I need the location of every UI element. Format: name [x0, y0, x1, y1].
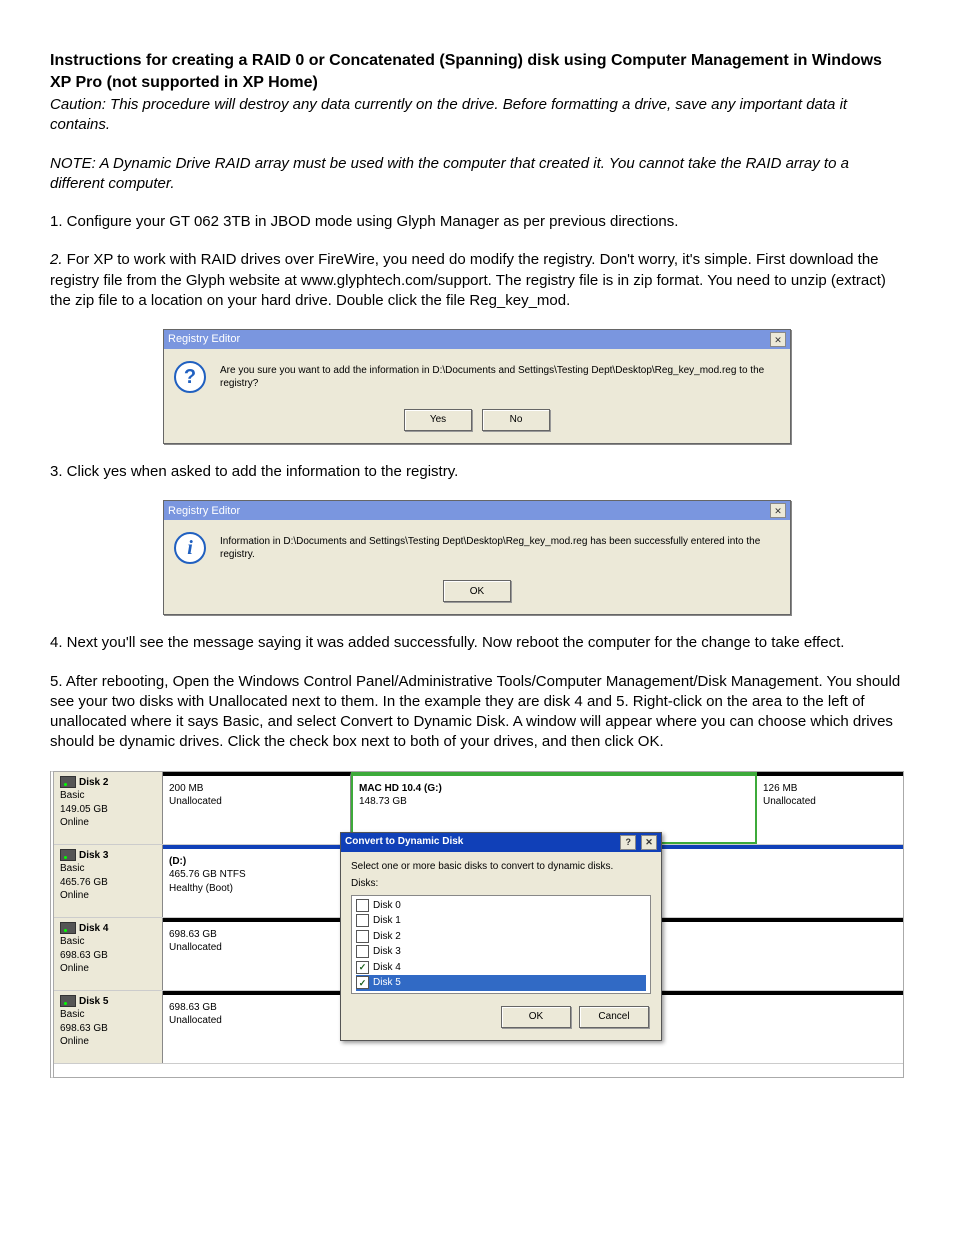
volume-size: 126 MB [763, 782, 897, 796]
convert-dialog-title: Convert to Dynamic Disk [345, 835, 463, 849]
disk-status: Online [60, 816, 158, 830]
disk-list-label: Disk 3 [373, 945, 401, 959]
step-2-text: For XP to work with RAID drives over Fir… [50, 251, 886, 309]
dialog-button-row: OK [164, 574, 790, 614]
step-4: 4. Next you'll see the message saying it… [50, 633, 904, 653]
disk-list-item[interactable]: Disk 2 [356, 929, 646, 945]
disk-list-label: Disk 2 [373, 930, 401, 944]
step-3: 3. Click yes when asked to add the infor… [50, 462, 904, 482]
ok-button[interactable]: OK [443, 580, 511, 602]
disk-name: Disk 4 [60, 922, 158, 936]
volume[interactable]: 200 MBUnallocated [163, 772, 351, 844]
help-icon[interactable]: ? [620, 835, 636, 850]
dialog-message: Are you sure you want to add the informa… [220, 364, 780, 391]
disk-icon [60, 776, 76, 788]
disk-size: 465.76 GB [60, 876, 158, 890]
disk-info-column[interactable]: Disk 5Basic698.63 GBOnline [54, 991, 163, 1063]
volume-size: 200 MB [169, 782, 344, 796]
disk-list-item[interactable]: Disk 0 [356, 898, 646, 914]
checkbox[interactable] [356, 914, 369, 927]
dialog-titlebar: Registry Editor ✕ [164, 501, 790, 520]
registry-success-dialog: Registry Editor ✕ Information in D:\Docu… [163, 500, 791, 615]
dialog-titlebar: Registry Editor ✕ [164, 330, 790, 349]
registry-confirm-dialog: Registry Editor ✕ Are you sure you want … [163, 329, 791, 444]
doc-note: NOTE: A Dynamic Drive RAID array must be… [50, 154, 904, 195]
dialog-message: Information in D:\Documents and Settings… [220, 535, 780, 562]
disk-status: Online [60, 889, 158, 903]
disk-info-column[interactable]: Disk 3Basic465.76 GBOnline [54, 845, 163, 917]
cancel-button[interactable]: Cancel [579, 1006, 649, 1028]
disk-type: Basic [60, 862, 158, 876]
disk-management-panel: Disk 2Basic149.05 GBOnline200 MBUnalloca… [50, 771, 904, 1078]
convert-dialog-body: Select one or more basic disks to conver… [341, 852, 661, 996]
disk-icon [60, 849, 76, 861]
ok-button[interactable]: OK [501, 1006, 571, 1028]
yes-button[interactable]: Yes [404, 409, 472, 431]
volume-label: MAC HD 10.4 (G:) [359, 782, 749, 796]
convert-dialog-titlebar: Convert to Dynamic Disk ? ✕ [341, 833, 661, 852]
checkbox[interactable] [356, 976, 369, 989]
disk-icon [60, 995, 76, 1007]
step-2: 2. For XP to work with RAID drives over … [50, 250, 904, 311]
disk-list-item[interactable]: Disk 1 [356, 913, 646, 929]
info-icon [174, 532, 206, 564]
disk-list-label: Disk 4 [373, 961, 401, 975]
doc-caution: Caution: This procedure will destroy any… [50, 95, 904, 136]
checkbox[interactable] [356, 945, 369, 958]
volume[interactable]: 126 MBUnallocated [757, 772, 903, 844]
dialog-body: Are you sure you want to add the informa… [164, 349, 790, 403]
disk-name: Disk 5 [60, 995, 158, 1009]
dialog-title: Registry Editor [168, 332, 240, 347]
convert-dialog-label: Disks: [351, 877, 651, 891]
disk-size: 149.05 GB [60, 803, 158, 817]
disk-type: Basic [60, 789, 158, 803]
close-icon[interactable]: ✕ [770, 503, 786, 518]
dialog-title: Registry Editor [168, 504, 240, 519]
registry-success-dialog-wrap: Registry Editor ✕ Information in D:\Docu… [50, 500, 904, 615]
close-icon[interactable]: ✕ [770, 332, 786, 347]
doc-title: Instructions for creating a RAID 0 or Co… [50, 50, 904, 93]
disk-icon [60, 922, 76, 934]
question-icon [174, 361, 206, 393]
convert-dialog-buttons: OK Cancel [341, 996, 661, 1040]
dialog-body: Information in D:\Documents and Settings… [164, 520, 790, 574]
dialog-button-row: Yes No [164, 403, 790, 443]
checkbox[interactable] [356, 930, 369, 943]
step-1: 1. Configure your GT 062 3TB in JBOD mod… [50, 212, 904, 232]
step-5: 5. After rebooting, Open the Windows Con… [50, 672, 904, 753]
disk-list-label: Disk 0 [373, 899, 401, 913]
disk-status: Online [60, 1035, 158, 1049]
disk-info-column[interactable]: Disk 4Basic698.63 GBOnline [54, 918, 163, 990]
disk-list[interactable]: Disk 0Disk 1 Disk 2Disk 3 Disk 4Disk 5 [351, 895, 651, 994]
volume-size: 148.73 GB [359, 795, 749, 809]
disk-list-item[interactable]: Disk 4 [356, 960, 646, 976]
checkbox[interactable] [356, 961, 369, 974]
disk-size: 698.63 GB [60, 949, 158, 963]
step-2-num: 2. [50, 251, 63, 268]
disk-name: Disk 2 [60, 776, 158, 790]
disk-type: Basic [60, 1008, 158, 1022]
disk-type: Basic [60, 935, 158, 949]
convert-dialog-instruction: Select one or more basic disks to conver… [351, 860, 651, 874]
disk-list-item[interactable]: Disk 5 [356, 975, 646, 991]
checkbox[interactable] [356, 899, 369, 912]
disk-info-column[interactable]: Disk 2Basic149.05 GBOnline [54, 772, 163, 844]
convert-dynamic-dialog: Convert to Dynamic Disk ? ✕ Select one o… [340, 832, 662, 1041]
disk-list-label: Disk 5 [373, 976, 401, 990]
disk-list-item[interactable]: Disk 3 [356, 944, 646, 960]
volume-status: Unallocated [169, 795, 344, 809]
registry-confirm-dialog-wrap: Registry Editor ✕ Are you sure you want … [50, 329, 904, 444]
disk-size: 698.63 GB [60, 1022, 158, 1036]
volume-status: Unallocated [763, 795, 897, 809]
disk-status: Online [60, 962, 158, 976]
no-button[interactable]: No [482, 409, 550, 431]
disk-list-label: Disk 1 [373, 914, 401, 928]
close-icon[interactable]: ✕ [641, 835, 657, 850]
disk-name: Disk 3 [60, 849, 158, 863]
